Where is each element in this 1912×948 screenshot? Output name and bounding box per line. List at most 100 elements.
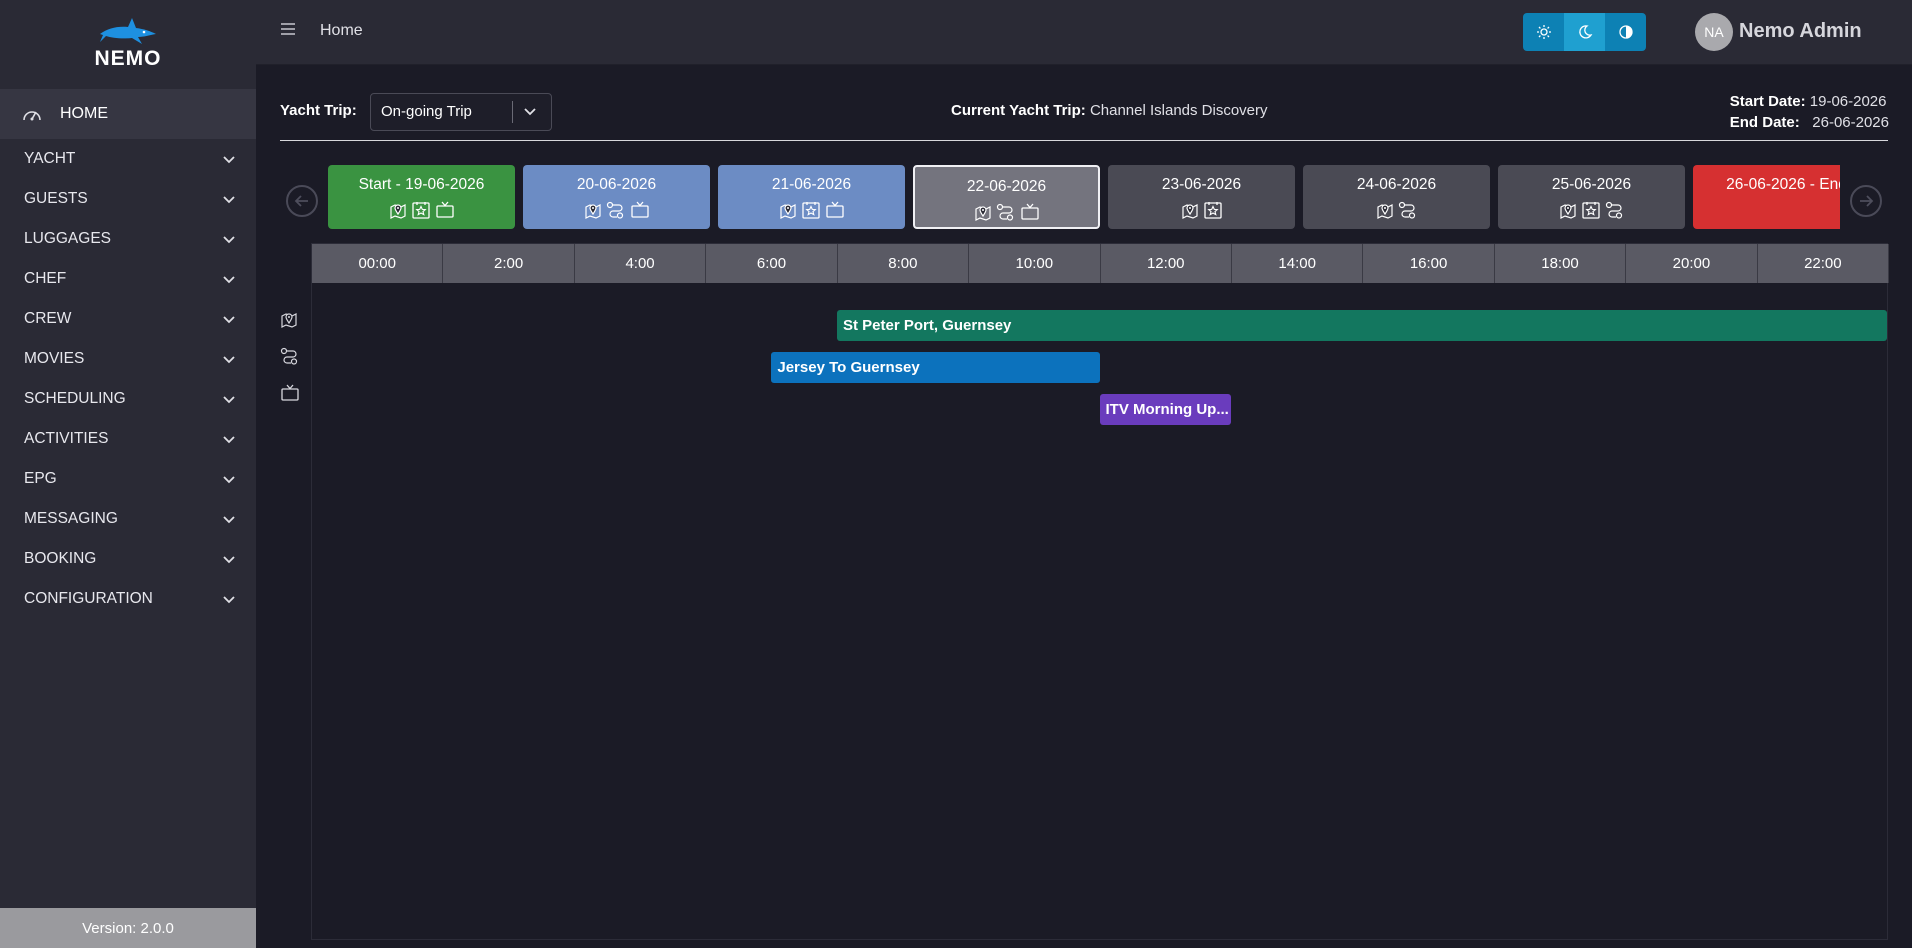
- theme-switcher: [1523, 13, 1646, 51]
- current-trip-name: Channel Islands Discovery: [1089, 102, 1268, 119]
- day-tab-label: 24-06-2026: [1356, 176, 1437, 193]
- timeline: 00:00 2:00 4:00 6:00 8:00 10:00 12:00 14:00 16:0…: [311, 243, 1890, 940]
- sidebar-item-label: EPG: [24, 470, 57, 487]
- sidebar-item-label: YACHT: [24, 150, 76, 167]
- avatar[interactable]: NA: [1695, 13, 1733, 51]
- day-tab[interactable]: 24-06-2026: [1303, 165, 1490, 229]
- day-tab[interactable]: 26-06-2026 - End: [1693, 165, 1840, 229]
- chevron-down-icon: [222, 352, 236, 366]
- day-tab-icons: [1498, 201, 1685, 219]
- sidebar-item-movies[interactable]: MOVIES: [0, 339, 256, 379]
- sidebar-item-label: MESSAGING: [24, 510, 118, 527]
- sidebar-item-label: CONFIGURATION: [24, 590, 153, 607]
- sidebar-item-scheduling[interactable]: SCHEDULING: [0, 379, 256, 419]
- dark-theme-button[interactable]: [1564, 13, 1605, 51]
- sidebar-item-label: CREW: [24, 310, 72, 327]
- timeline-event[interactable]: St Peter Port, Guernsey: [837, 310, 1887, 341]
- day-tab[interactable]: 22-06-2026: [913, 165, 1100, 229]
- trip-label: Yacht Trip:: [280, 102, 357, 119]
- chevron-down-icon[interactable]: [523, 104, 537, 118]
- route-icon: [1605, 201, 1625, 219]
- arrow-left-icon: [294, 194, 310, 208]
- sidebar-item-crew[interactable]: CREW: [0, 299, 256, 339]
- sidebar-item-label: BOOKING: [24, 550, 97, 567]
- select-divider: [512, 101, 513, 123]
- tv-icon: [1020, 203, 1040, 221]
- contrast-theme-button[interactable]: [1605, 13, 1646, 51]
- route-icon: [280, 347, 300, 365]
- day-tab[interactable]: 23-06-2026: [1108, 165, 1295, 229]
- end-date-label: End Date:: [1729, 114, 1800, 131]
- star-icon: [411, 201, 431, 219]
- chevron-down-icon: [222, 152, 236, 166]
- sidebar-item-label: SCHEDULING: [24, 390, 126, 407]
- shark-logo-icon: [98, 16, 158, 48]
- timeline-hour: 10:00: [969, 244, 1101, 283]
- day-tab-icons: [1303, 201, 1490, 219]
- menu-toggle-icon[interactable]: [280, 22, 296, 36]
- map-pin-icon: [974, 203, 992, 221]
- sidebar-item-activities[interactable]: ACTIVITIES: [0, 419, 256, 459]
- timeline-hour: 14:00: [1231, 244, 1364, 283]
- tv-icon: [435, 201, 455, 219]
- timeline-event[interactable]: ITV Morning Up...: [1099, 394, 1231, 425]
- timeline-hour: 16:00: [1363, 244, 1495, 283]
- day-tab-label: 25-06-2026: [1551, 176, 1632, 193]
- day-tab-icons: [718, 201, 905, 219]
- timeline-hour: 12:00: [1100, 244, 1232, 283]
- day-tab-icons: [328, 201, 515, 219]
- sidebar-item-chef[interactable]: CHEF: [0, 259, 256, 299]
- chevron-down-icon: [222, 192, 236, 206]
- timeline-event[interactable]: Jersey To Guernsey: [771, 352, 1100, 383]
- day-tab[interactable]: 20-06-2026: [523, 165, 710, 229]
- sidebar-item-label: GUESTS: [24, 190, 88, 207]
- sidebar-item-guests[interactable]: GUESTS: [0, 179, 256, 219]
- trip-select[interactable]: On-going Trip: [370, 93, 552, 131]
- sidebar-item-configuration[interactable]: CONFIGURATION: [0, 579, 256, 619]
- star-icon: [1203, 201, 1223, 219]
- chevron-down-icon: [222, 512, 236, 526]
- chevron-down-icon: [222, 392, 236, 406]
- tv-icon: [630, 201, 650, 219]
- start-date-label: Start Date:: [1729, 93, 1806, 110]
- sidebar-item-label: ACTIVITIES: [24, 430, 109, 447]
- sidebar-item-home[interactable]: HOME: [0, 89, 256, 139]
- route-icon: [996, 203, 1016, 221]
- tv-icon: [280, 384, 300, 402]
- timeline-hour: 8:00: [837, 244, 970, 283]
- chevron-down-icon: [222, 552, 236, 566]
- sidebar-item-booking[interactable]: BOOKING: [0, 539, 256, 579]
- map-pin-icon: [1559, 201, 1577, 219]
- timeline-hour: 18:00: [1494, 244, 1627, 283]
- sidebar-item-label: LUGGAGES: [24, 230, 111, 247]
- sidebar-item-label: HOME: [60, 105, 108, 122]
- sidebar-item-messaging[interactable]: MESSAGING: [0, 499, 256, 539]
- next-day-button[interactable]: [1850, 185, 1882, 217]
- map-pin-icon: [779, 201, 797, 219]
- route-icon: [606, 201, 626, 219]
- logo[interactable]: NEMO: [0, 0, 256, 88]
- day-tab[interactable]: 21-06-2026: [718, 165, 905, 229]
- light-theme-button[interactable]: [1523, 13, 1564, 51]
- sidebar-item-label: MOVIES: [24, 350, 85, 367]
- day-tab-label: 20-06-2026: [576, 176, 657, 193]
- user-name[interactable]: Nemo Admin: [1739, 20, 1862, 43]
- chevron-down-icon: [222, 472, 236, 486]
- day-tab-icons: [523, 201, 710, 219]
- day-tabs: Start - 19-06-2026 20-06-2026 21-06-2026 22…: [328, 165, 1840, 230]
- divider: [280, 140, 1888, 141]
- day-tab[interactable]: Start - 19-06-2026: [328, 165, 515, 229]
- route-icon: [1398, 201, 1418, 219]
- map-pin-icon: [1181, 201, 1199, 219]
- sidebar-item-luggages[interactable]: LUGGAGES: [0, 219, 256, 259]
- breadcrumb[interactable]: Home: [320, 22, 363, 40]
- sidebar-item-yacht[interactable]: YACHT: [0, 139, 256, 179]
- map-pin-icon: [389, 201, 407, 219]
- prev-day-button[interactable]: [286, 185, 318, 217]
- current-trip: Current Yacht Trip: Channel Islands Disc…: [951, 102, 1268, 119]
- sidebar-item-epg[interactable]: EPG: [0, 459, 256, 499]
- day-tab-label: 22-06-2026: [966, 178, 1047, 195]
- star-icon: [801, 201, 821, 219]
- moon-icon: [1577, 24, 1593, 40]
- day-tab[interactable]: 25-06-2026: [1498, 165, 1685, 229]
